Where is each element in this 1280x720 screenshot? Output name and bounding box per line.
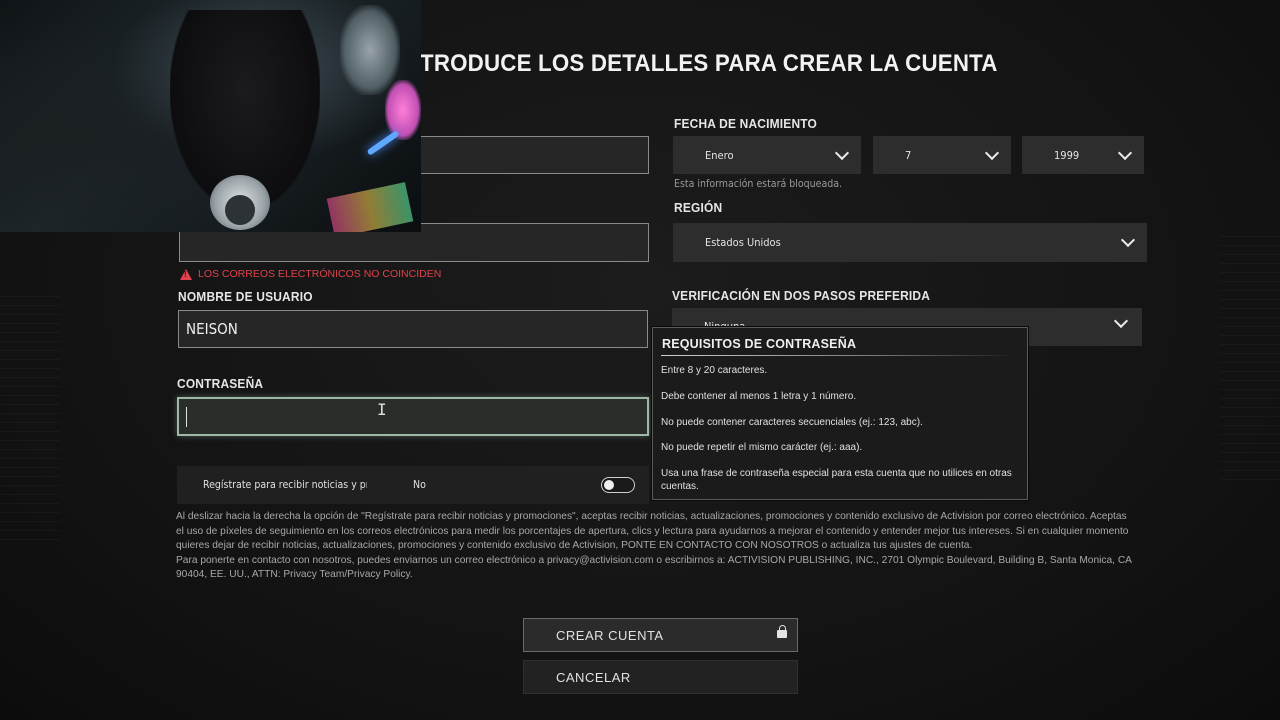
create-account-label: CREAR CUENTA: [556, 627, 664, 643]
chevron-down-icon: [1113, 313, 1129, 329]
birth-day-dropdown[interactable]: 7: [873, 136, 1011, 174]
requirement-item: Entre 8 y 20 caracteres.: [661, 365, 768, 376]
birth-day-value: 7: [905, 148, 912, 162]
email-error-message: LOS CORREOS ELECTRÓNICOS NO COINCIDEN: [180, 268, 441, 280]
requirement-item: No puede repetir el mismo carácter (ej.:…: [661, 442, 863, 454]
username-value: NEISON: [186, 320, 238, 338]
toggle-knob: [604, 480, 614, 490]
background-decoration-left: [0, 290, 60, 540]
newsletter-value: No: [413, 479, 426, 491]
legal-paragraph: Al deslizar hacia la derecha la opción d…: [176, 511, 1129, 551]
password-requirements-popup: REQUISITOS DE CONTRASEÑA Entre 8 y 20 ca…: [652, 327, 1028, 500]
newsletter-label: Regístrate para recibir noticias y pro: [203, 479, 367, 491]
legal-disclaimer: Al deslizar hacia la derecha la opción d…: [176, 510, 1136, 583]
lock-icon: [777, 625, 787, 638]
password-label: CONTRASEÑA: [177, 376, 264, 391]
page-title: TRODUCE LOS DETALLES PARA CREAR LA CUENT…: [420, 50, 998, 77]
requirement-item: Usa una frase de contraseña especial par…: [661, 468, 1012, 493]
text-cursor-icon: I: [377, 400, 387, 419]
webcam-light: [385, 80, 421, 140]
region-dropdown[interactable]: Estados Unidos: [673, 223, 1147, 262]
text-caret: [186, 406, 187, 427]
chevron-down-icon: [984, 145, 1000, 160]
legal-paragraph: Para ponerte en contacto con nosotros, p…: [176, 554, 1132, 581]
requirement-item: Debe contener al menos 1 letra y 1 númer…: [661, 390, 857, 402]
chevron-down-icon: [1117, 145, 1133, 160]
email-error-text: LOS CORREOS ELECTRÓNICOS NO COINCIDEN: [198, 268, 442, 280]
birth-month-dropdown[interactable]: Enero: [673, 136, 861, 174]
requirements-list: Entre 8 y 20 caracteres. Debe contener a…: [661, 364, 1023, 493]
birthdate-label: FECHA DE NACIMIENTO: [674, 116, 818, 131]
newsletter-toggle-row[interactable]: Regístrate para recibir noticias y pro N…: [177, 466, 649, 504]
webcam-keyboard: [326, 182, 414, 232]
popup-title: REQUISITOS DE CONTRASEÑA: [662, 337, 857, 351]
cancel-button[interactable]: CANCELAR: [523, 660, 798, 694]
newsletter-toggle-switch[interactable]: [601, 477, 635, 493]
birth-year-dropdown[interactable]: 1999: [1022, 136, 1144, 174]
warning-icon: [180, 268, 192, 280]
chevron-down-icon: [834, 145, 850, 160]
cancel-label: CANCELAR: [556, 669, 631, 685]
region-value: Estados Unidos: [705, 236, 781, 249]
webcam-overlay: [0, 0, 421, 232]
chevron-down-icon: [1120, 232, 1136, 248]
username-field[interactable]: NEISON: [178, 310, 648, 348]
birth-month-value: Enero: [705, 148, 734, 162]
username-label: NOMBRE DE USUARIO: [178, 289, 313, 304]
background-decoration-right: [1220, 230, 1280, 480]
password-field[interactable]: [177, 397, 649, 436]
webcam-glow-stick: [366, 130, 400, 156]
twofa-label: VERIFICACIÓN EN DOS PASOS PREFERIDA: [672, 288, 931, 303]
birthdate-note: Esta información estará bloqueada.: [674, 178, 843, 190]
create-account-button[interactable]: CREAR CUENTA: [523, 618, 798, 652]
birth-year-value: 1999: [1054, 148, 1080, 162]
webcam-headphones-inner: [225, 195, 255, 225]
popup-divider: [661, 355, 1017, 356]
region-label: REGIÓN: [674, 200, 723, 215]
requirement-item: No puede contener caracteres secuenciale…: [661, 416, 923, 428]
